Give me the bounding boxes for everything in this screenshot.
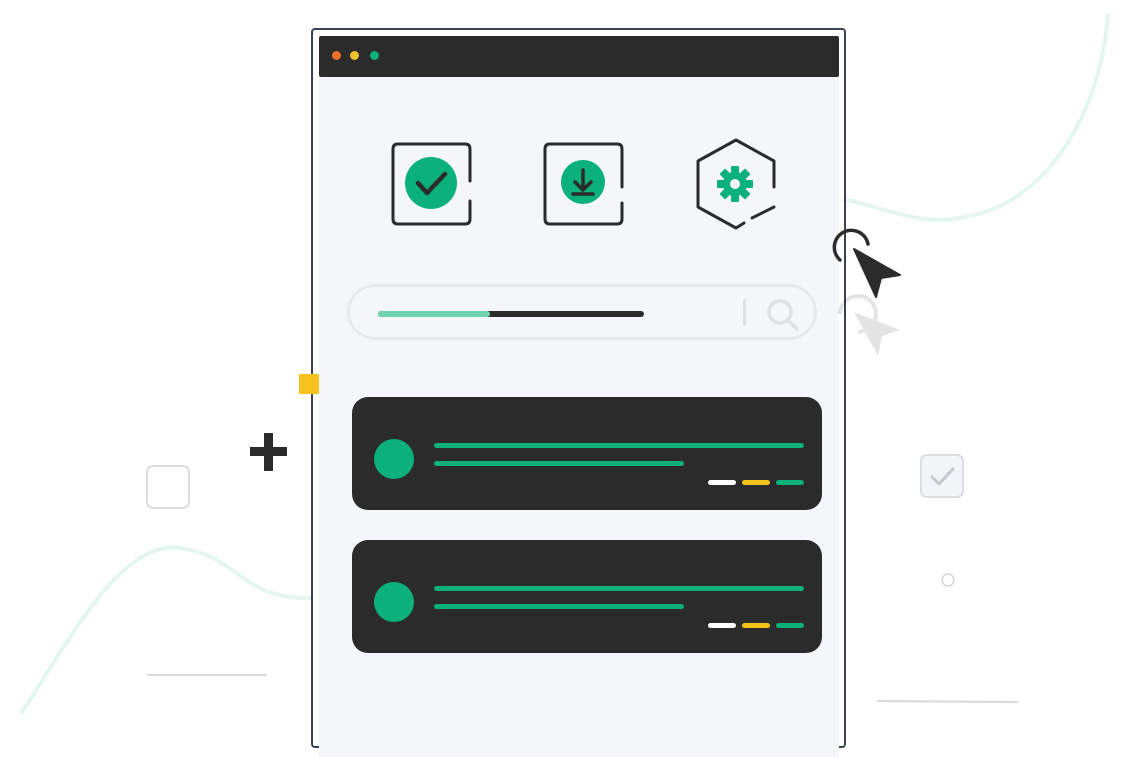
decor-curve-left (20, 545, 314, 714)
card-title-line (434, 586, 804, 591)
yellow-marker (299, 374, 319, 394)
list-card[interactable] (352, 540, 822, 653)
card-title-line (434, 443, 804, 448)
decor-curve-right (846, 14, 1110, 222)
avatar (374, 582, 414, 622)
tag-white (708, 623, 736, 628)
search-icon[interactable] (765, 297, 801, 333)
search-bar[interactable] (347, 284, 817, 340)
maximize-dot[interactable] (370, 51, 379, 60)
search-progress-fill (378, 311, 490, 317)
close-dot[interactable] (332, 51, 341, 60)
plus-icon (250, 433, 287, 471)
page-content (319, 77, 839, 757)
decor-empty-checkbox (146, 465, 190, 509)
avatar (374, 439, 414, 479)
gear-icon (696, 138, 776, 230)
tag-green (776, 480, 804, 485)
decor-small-circle (941, 573, 955, 587)
title-bar (319, 36, 839, 77)
text-cursor (743, 299, 746, 326)
tag-yellow (742, 623, 770, 628)
minimize-dot[interactable] (350, 51, 359, 60)
decor-line-right (876, 700, 1019, 703)
list-card[interactable] (352, 397, 822, 510)
download-icon (543, 142, 624, 226)
card-subtitle-line (434, 604, 684, 609)
tag-yellow (742, 480, 770, 485)
mouse-cursor-icon (832, 228, 901, 356)
browser-window (311, 28, 846, 757)
check-icon (391, 142, 472, 226)
tag-white (708, 480, 736, 485)
download-tile-button[interactable] (542, 141, 628, 227)
check-tile-button[interactable] (390, 141, 476, 227)
decor-checked-checkbox (920, 454, 964, 498)
tag-green (776, 623, 804, 628)
search-progress-track (378, 311, 644, 317)
card-subtitle-line (434, 461, 684, 466)
settings-tile-button[interactable] (694, 137, 778, 231)
